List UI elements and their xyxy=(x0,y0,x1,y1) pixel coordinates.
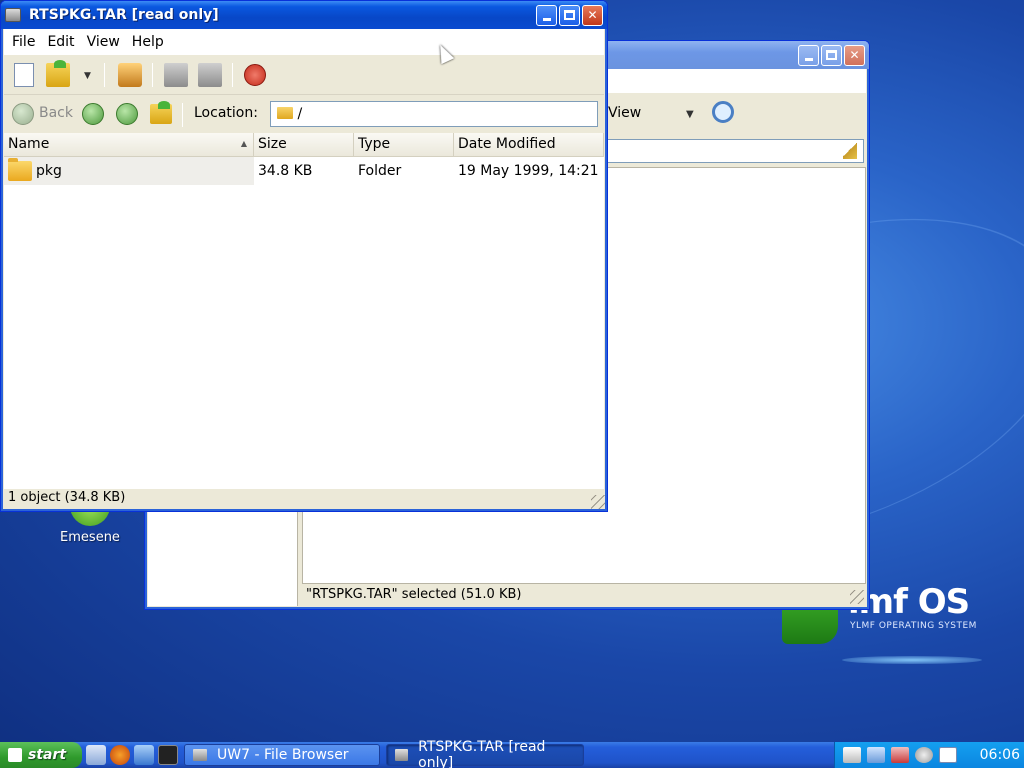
add-files-icon[interactable] xyxy=(164,63,188,87)
resize-grip[interactable] xyxy=(591,495,605,509)
location-value: / xyxy=(297,106,303,122)
mail-icon[interactable] xyxy=(939,747,957,763)
task-archive[interactable]: RTSPKG.TAR [read only] xyxy=(386,739,584,768)
archive-titlebar[interactable]: RTSPKG.TAR [read only] ✕ xyxy=(1,1,607,29)
column-name[interactable]: Name ▲ xyxy=(4,133,254,156)
archive-app-icon xyxy=(395,749,409,761)
open-location-icon[interactable] xyxy=(150,101,172,124)
clear-location-icon[interactable] xyxy=(843,143,857,159)
network-icon[interactable] xyxy=(867,747,885,763)
chevron-down-icon[interactable]: ▼ xyxy=(84,71,91,81)
task-label: UW7 - File Browser xyxy=(217,747,349,763)
cell-type: Folder xyxy=(358,163,402,179)
file-browser-status: "RTSPKG.TAR" selected (51.0 KB) xyxy=(306,587,522,602)
sort-up-icon: ▲ xyxy=(240,139,247,148)
maximize-icon xyxy=(564,10,575,20)
stop-icon[interactable] xyxy=(244,64,266,86)
toolbar-separator xyxy=(232,63,233,87)
computer-icon[interactable] xyxy=(134,745,154,765)
close-button[interactable]: ✕ xyxy=(844,44,865,66)
cell-date: 19 May 1999, 14:21 xyxy=(458,163,599,179)
task-file-browser[interactable]: UW7 - File Browser xyxy=(184,744,380,766)
menu-help[interactable]: Help xyxy=(132,34,164,50)
archive-menubar: File Edit View Help xyxy=(4,29,604,55)
close-icon: ✕ xyxy=(587,8,598,22)
minimize-button[interactable] xyxy=(798,44,819,66)
window-icon xyxy=(193,749,207,761)
column-type[interactable]: Type xyxy=(354,133,454,156)
search-icon[interactable] xyxy=(712,101,734,123)
chevron-down-icon[interactable]: ▼ xyxy=(686,109,694,120)
new-archive-icon[interactable] xyxy=(14,63,34,87)
minimize-icon xyxy=(542,17,551,21)
cell-size: 34.8 KB xyxy=(258,163,313,179)
table-row[interactable]: pkg 34.8 KB Folder 19 May 1999, 14:21 xyxy=(4,157,604,185)
archive-app-icon xyxy=(5,8,21,22)
folder-icon xyxy=(277,107,293,119)
cell-name-text: pkg xyxy=(36,163,62,179)
archive-toolbar: ▼ xyxy=(4,55,604,95)
logo-glow xyxy=(842,656,982,664)
minimize-button[interactable] xyxy=(536,4,557,26)
folder-icon xyxy=(8,158,32,181)
resize-grip[interactable] xyxy=(850,590,864,604)
archive-status: 1 object (34.8 KB) xyxy=(8,490,126,505)
clock[interactable]: 06:06 xyxy=(980,747,1024,763)
maximize-button[interactable] xyxy=(821,44,842,66)
workspace-switcher-icon[interactable] xyxy=(843,747,861,763)
back-button[interactable]: Back xyxy=(39,105,73,121)
location-label: Location: xyxy=(194,105,258,121)
maximize-button[interactable] xyxy=(559,4,580,26)
maximize-icon xyxy=(826,50,837,60)
show-desktop-icon[interactable] xyxy=(86,745,106,765)
start-button[interactable]: start xyxy=(0,742,82,768)
minimize-icon xyxy=(804,57,813,61)
location-input[interactable]: / xyxy=(270,101,598,127)
archive-title: RTSPKG.TAR [read only] xyxy=(29,7,219,23)
archive-file-list[interactable]: Name ▲ Size Type Date Modified pkg 34.8 K… xyxy=(4,133,604,489)
close-icon: ✕ xyxy=(849,48,860,62)
taskbar: start UW7 - File Browser RTSPKG.TAR [rea… xyxy=(0,739,1024,768)
toolbar-separator xyxy=(104,63,105,87)
desktop-icon-label: Emesene xyxy=(60,530,120,545)
start-label: start xyxy=(28,747,67,763)
task-label: RTSPKG.TAR [read only] xyxy=(418,739,546,768)
system-tray: 06:06 xyxy=(834,742,1024,768)
ylmf-logo-subtitle: YLMF OPERATING SYSTEM xyxy=(850,621,977,631)
back-arrow-icon[interactable] xyxy=(12,103,34,125)
view-button[interactable]: View xyxy=(608,105,641,121)
toolbar-separator xyxy=(182,103,183,127)
column-date-modified[interactable]: Date Modified xyxy=(454,133,604,156)
column-name-label: Name xyxy=(8,136,50,152)
toolbar-separator xyxy=(152,63,153,87)
extract-icon[interactable] xyxy=(118,63,142,87)
volume-icon[interactable] xyxy=(915,747,933,763)
update-icon[interactable] xyxy=(891,747,909,763)
menu-file[interactable]: File xyxy=(12,34,35,50)
terminal-icon[interactable] xyxy=(158,745,178,765)
start-logo-icon xyxy=(8,748,22,762)
add-folder-icon[interactable] xyxy=(198,63,222,87)
cell-name: pkg xyxy=(4,157,254,185)
archive-window[interactable]: RTSPKG.TAR [read only] ✕ File Edit View … xyxy=(0,0,608,512)
archive-navbar: Back Location: / xyxy=(4,95,604,133)
column-size[interactable]: Size xyxy=(254,133,354,156)
close-button[interactable]: ✕ xyxy=(582,4,603,26)
list-header: Name ▲ Size Type Date Modified xyxy=(4,133,604,157)
up-arrow-icon[interactable] xyxy=(116,103,138,125)
firefox-icon[interactable] xyxy=(110,745,130,765)
open-archive-icon[interactable] xyxy=(46,60,70,87)
forward-arrow-icon[interactable] xyxy=(82,103,104,125)
menu-edit[interactable]: Edit xyxy=(47,34,74,50)
menu-view[interactable]: View xyxy=(87,34,120,50)
